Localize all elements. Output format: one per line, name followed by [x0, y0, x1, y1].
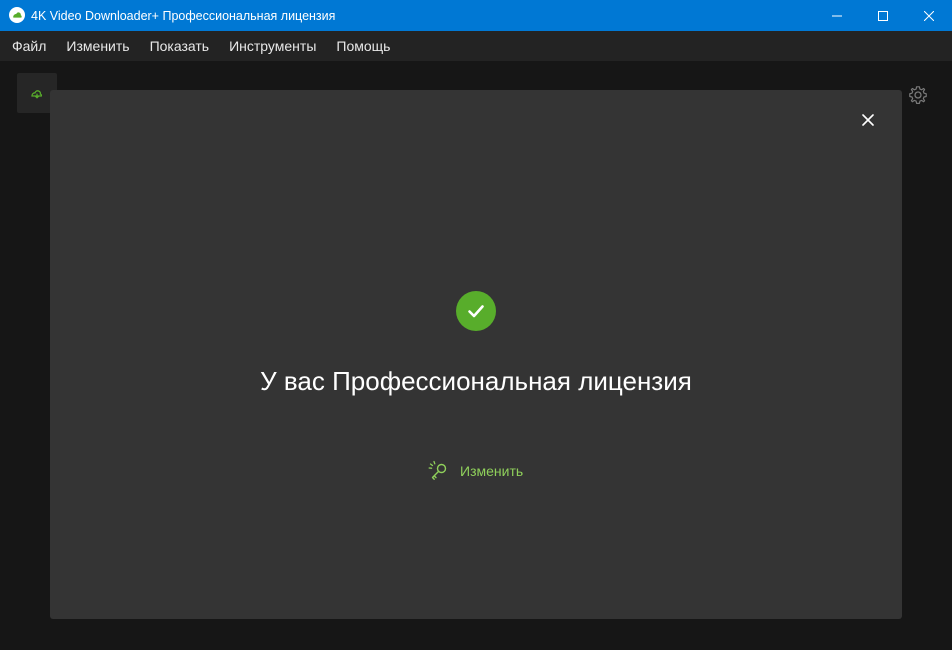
close-icon [924, 10, 934, 21]
settings-button[interactable] [906, 83, 930, 107]
gear-icon [909, 86, 927, 104]
window-titlebar: 4K Video Downloader+ Профессиональная ли… [0, 0, 952, 31]
menu-help[interactable]: Помощь [326, 31, 400, 61]
smart-mode-icon [31, 90, 43, 99]
minimize-button[interactable] [814, 0, 860, 31]
checkmark-icon [468, 305, 484, 318]
menu-file[interactable]: Файл [2, 31, 56, 61]
close-window-button[interactable] [906, 0, 952, 31]
dialog-close-button[interactable] [858, 110, 878, 130]
minimize-icon [832, 15, 842, 16]
key-icon [428, 460, 450, 482]
maximize-button[interactable] [860, 0, 906, 31]
menu-edit[interactable]: Изменить [56, 31, 139, 61]
license-status-title: У вас Профессиональная лицензия [260, 366, 692, 396]
menu-tools[interactable]: Инструменты [219, 31, 326, 61]
app-logo-icon [9, 7, 25, 23]
menu-view[interactable]: Показать [140, 31, 220, 61]
close-icon [862, 114, 874, 126]
success-badge [456, 291, 496, 331]
change-license-link[interactable]: Изменить [428, 459, 523, 483]
window-title: 4K Video Downloader+ Профессиональная ли… [31, 9, 336, 23]
maximize-icon [878, 10, 888, 21]
menu-bar: Файл Изменить Показать Инструменты Помощ… [0, 31, 952, 61]
license-dialog: У вас Профессиональная лицензия Изменить [50, 90, 902, 619]
change-license-label: Изменить [460, 463, 524, 479]
